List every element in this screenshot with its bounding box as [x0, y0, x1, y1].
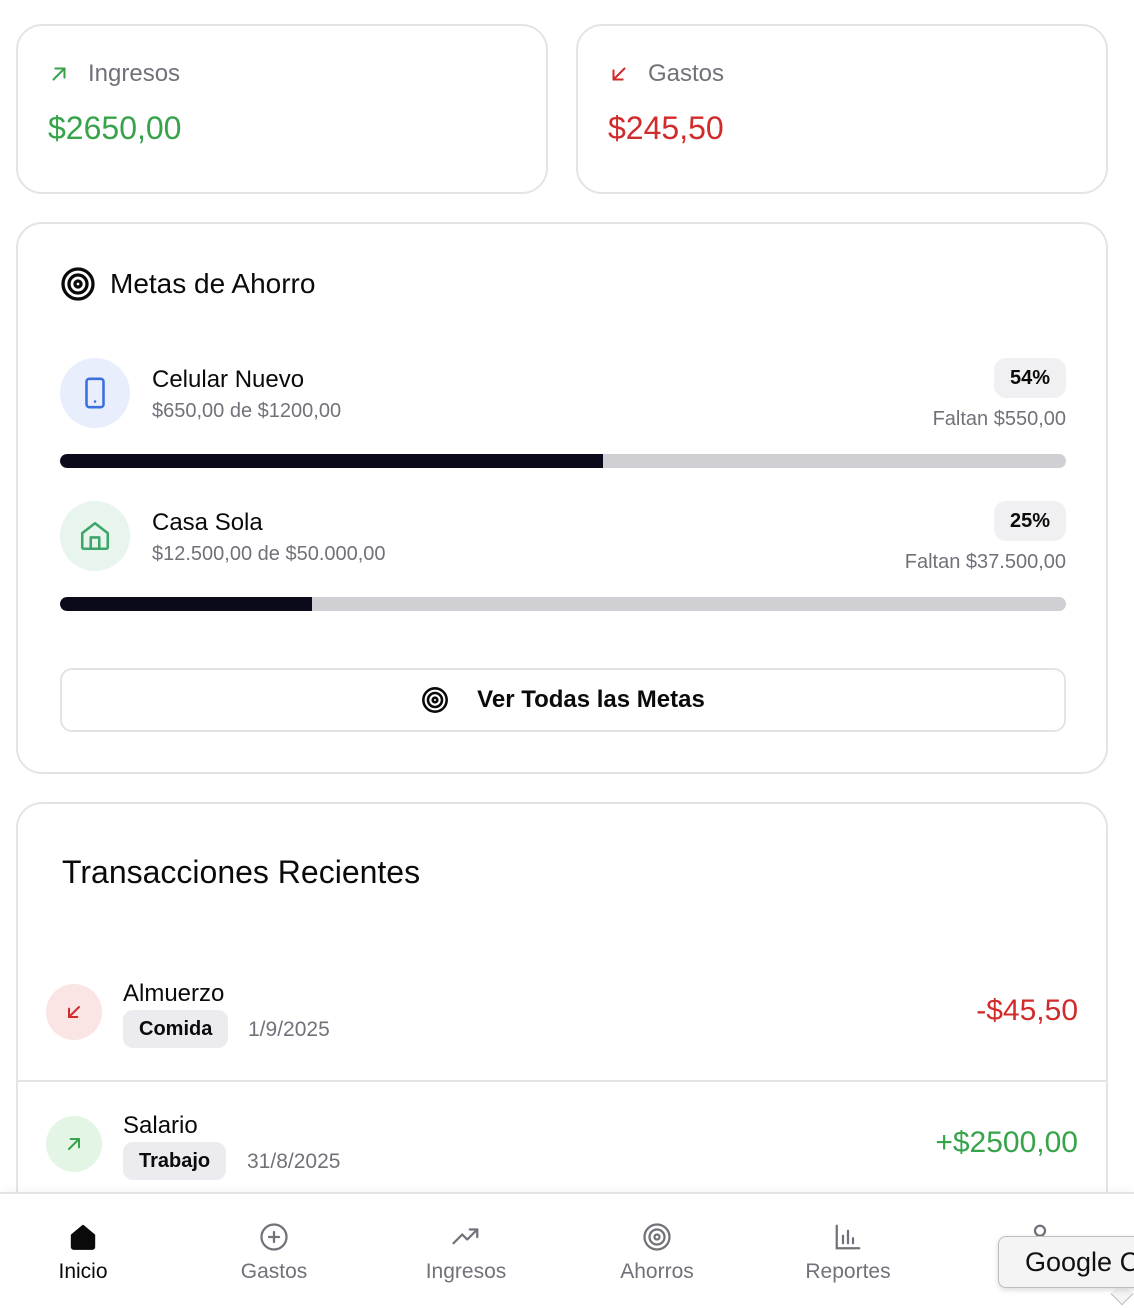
home-filled-icon	[70, 1224, 96, 1250]
savings-goals-title: Metas de Ahorro	[110, 268, 316, 299]
view-all-goals-button[interactable]: Ver Todas las Metas	[60, 668, 1066, 732]
arrow-down-left-icon	[68, 1006, 80, 1018]
arrow-down-left-icon	[612, 67, 626, 81]
goal-remaining: Faltan $550,00	[932, 408, 1066, 430]
nav-label: Ahorros	[620, 1260, 694, 1283]
trending-up-icon	[452, 1228, 479, 1245]
goal-name: Casa Sola	[152, 509, 263, 536]
target-icon	[61, 267, 95, 301]
arrow-up-right-icon	[68, 1138, 80, 1150]
transaction-icon-wrap	[46, 1116, 102, 1172]
transaction-amount: +$2500,00	[935, 1126, 1078, 1159]
transaction-amount: -$45,50	[976, 994, 1078, 1027]
expenses-label: Gastos	[648, 60, 725, 87]
expenses-amount: $245,50	[608, 110, 724, 146]
goal-percent-badge: 54%	[993, 358, 1066, 398]
goal-progress-fill	[60, 454, 604, 468]
transaction-date: 1/9/2025	[248, 1018, 330, 1041]
goal-name: Celular Nuevo	[152, 366, 305, 393]
bar-chart-icon	[835, 1224, 861, 1250]
nav-item-ingresos[interactable]: Ingresos	[396, 1222, 536, 1284]
nav-label: Gastos	[240, 1260, 308, 1283]
target-icon	[422, 687, 449, 713]
plus-circle-icon	[260, 1223, 288, 1251]
savings-goals-header: Metas de Ahorro	[60, 266, 315, 302]
nav-item-reportes[interactable]: Reportes	[778, 1222, 918, 1284]
transaction-name: Salario	[123, 1112, 198, 1139]
target-icon	[643, 1223, 671, 1251]
transaction-date: 31/8/2025	[247, 1150, 341, 1173]
transaction-icon-wrap	[46, 984, 102, 1040]
income-summary-card: Ingresos $2650,00	[16, 24, 548, 194]
nav-item-gastos[interactable]: Gastos	[204, 1222, 344, 1284]
bottom-navigation: Inicio Gastos Ingresos Ahorros Reportes	[0, 1192, 1134, 1308]
goal-progress-fill	[60, 597, 312, 611]
expenses-summary-header: Gastos	[608, 60, 724, 88]
transaction-category-tag: Trabajo	[123, 1142, 227, 1180]
goal-progress-text: $12.500,00 de $50.000,00	[152, 543, 386, 565]
goal-icon-wrap	[60, 501, 130, 571]
goal-progress-text: $650,00 de $1200,00	[152, 400, 342, 422]
smartphone-icon	[85, 377, 105, 409]
income-summary-header: Ingresos	[48, 60, 180, 88]
income-label: Ingresos	[88, 60, 181, 87]
goal-percent-badge: 25%	[993, 501, 1066, 541]
transaction-category-tag: Comida	[123, 1010, 229, 1048]
goal-progress-bar	[60, 597, 1066, 611]
google-tooltip: Google C	[998, 1236, 1134, 1288]
home-icon	[80, 521, 110, 551]
expenses-summary-card: Gastos $245,50	[576, 24, 1108, 194]
savings-goals-card: Metas de Ahorro Celular Nuevo $650,00 de…	[16, 222, 1108, 774]
arrow-up-right-icon	[52, 67, 66, 81]
nav-label: Inicio	[58, 1260, 108, 1283]
goal-icon-wrap	[60, 358, 130, 428]
transaction-row[interactable]: Almuerzo Comida 1/9/2025 -$45,50	[18, 952, 1106, 1082]
nav-item-ahorros[interactable]: Ahorros	[587, 1222, 727, 1284]
view-all-goals-label: Ver Todas las Metas	[477, 686, 705, 713]
nav-item-inicio[interactable]: Inicio	[13, 1222, 153, 1284]
nav-label: Reportes	[805, 1260, 891, 1283]
income-amount: $2650,00	[48, 110, 182, 146]
transaction-name: Almuerzo	[123, 980, 225, 1007]
goal-progress-bar	[60, 454, 1066, 468]
goal-remaining: Faltan $37.500,00	[904, 551, 1066, 573]
recent-transactions-title: Transacciones Recientes	[62, 854, 421, 890]
nav-label: Ingresos	[425, 1260, 507, 1283]
